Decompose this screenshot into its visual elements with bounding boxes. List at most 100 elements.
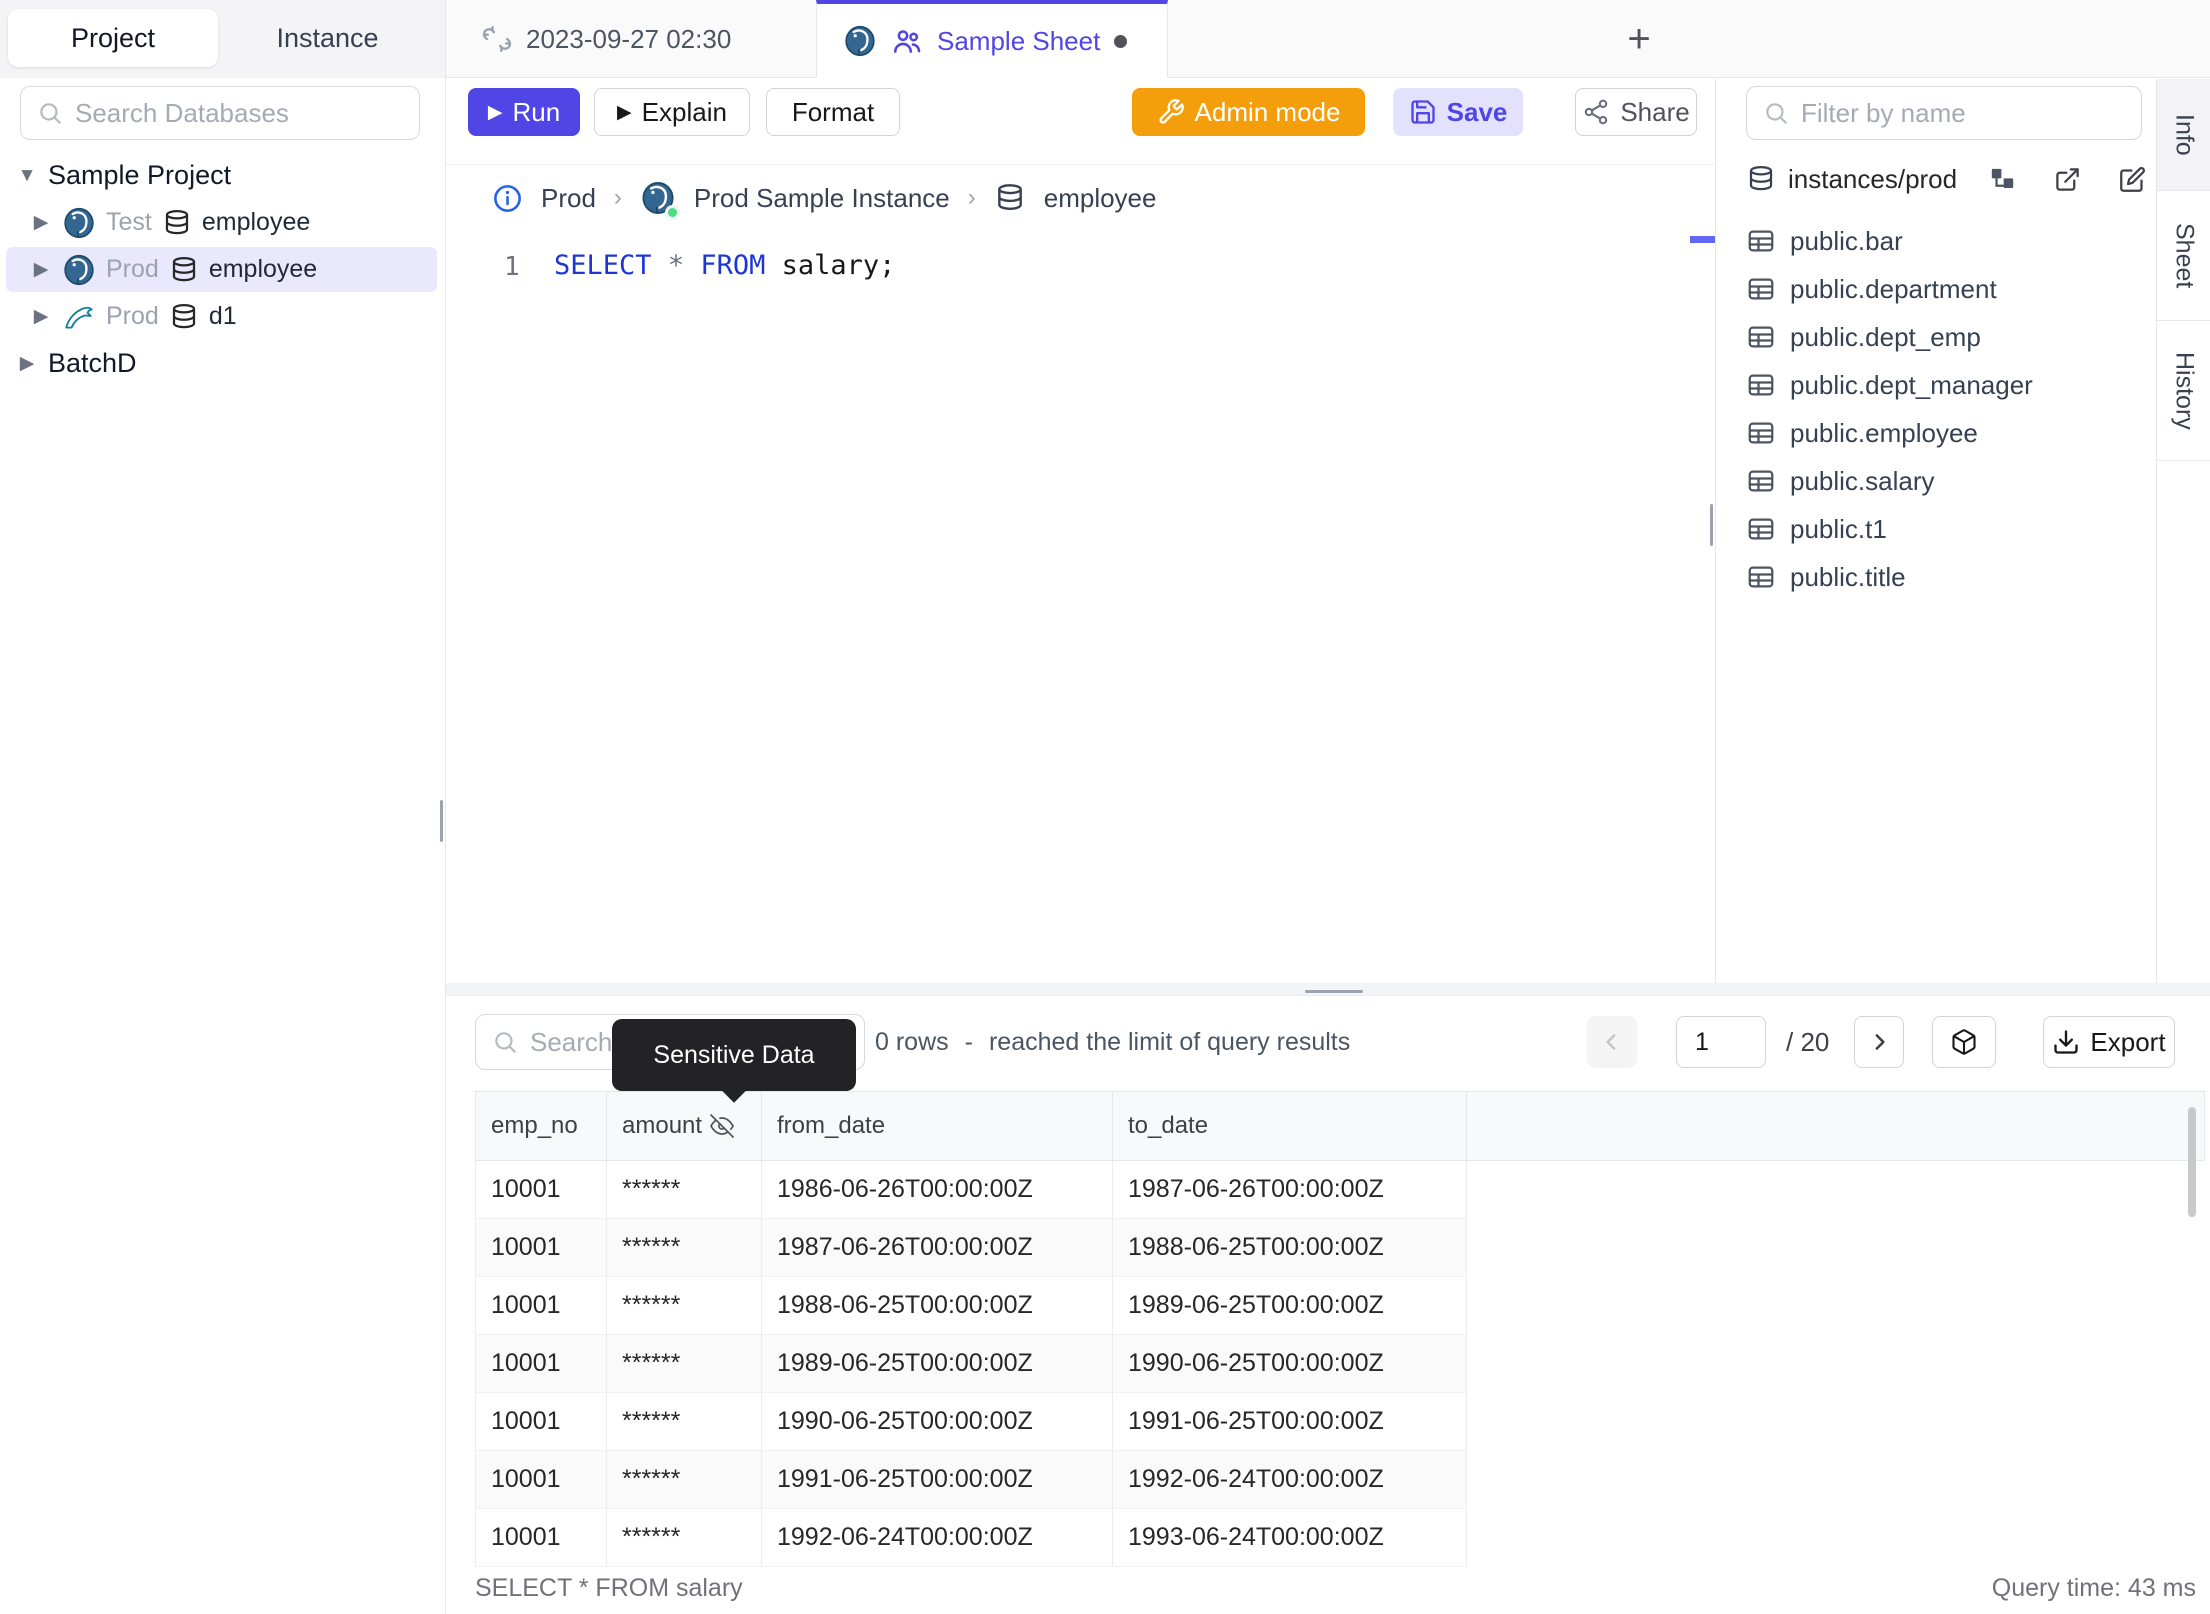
database-search-input[interactable]: Search Databases: [20, 86, 420, 140]
box-icon: [1952, 1029, 1976, 1055]
table-row[interactable]: 10001 ****** 1986-06-26T00:00:00Z 1987-06-2…: [475, 1161, 1467, 1219]
table-scrollbar[interactable]: [2188, 1107, 2196, 1217]
admin-mode-button[interactable]: Admin mode: [1132, 88, 1365, 136]
column-header-from-date[interactable]: from_date: [762, 1092, 1113, 1160]
unsaved-dot[interactable]: [1114, 34, 1128, 48]
tab-project[interactable]: Project: [8, 9, 218, 67]
table-row[interactable]: 10001 ****** 1989-06-25T00:00:00Z 1990-06-2…: [475, 1335, 1467, 1393]
tree-item-batchd[interactable]: ▶ BatchD: [0, 340, 445, 387]
database-icon: [169, 302, 199, 332]
minimap-cursor-mark: [1690, 236, 1716, 243]
tab-sample-sheet[interactable]: Sample Sheet: [816, 0, 1168, 78]
table-item[interactable]: public.department: [1746, 265, 2146, 313]
sidebar-mode-switcher: Project Instance: [0, 0, 445, 78]
sql-editor[interactable]: 1 SELECT * FROM salary;: [446, 230, 1715, 995]
breadcrumb-database[interactable]: employee: [1044, 183, 1157, 214]
filter-placeholder: Filter by name: [1801, 97, 1966, 128]
tree-item-prod-employee[interactable]: ▶ Prod employee: [0, 246, 445, 293]
search-icon: [492, 1029, 518, 1055]
column-header-emp-no[interactable]: emp_no: [476, 1092, 607, 1160]
postgresql-icon: [640, 180, 680, 220]
external-link-icon[interactable]: [2054, 166, 2081, 193]
chevron-right-icon: [1875, 1034, 1885, 1050]
line-number: 1: [504, 252, 520, 282]
caret-right-icon[interactable]: ▶: [16, 352, 38, 375]
info-icon[interactable]: [492, 183, 523, 214]
tab-unsaved-query[interactable]: 2023-09-27 02:30: [456, 0, 806, 78]
table-item[interactable]: public.dept_manager: [1746, 361, 2146, 409]
eye-off-icon[interactable]: [710, 1114, 734, 1138]
table-item[interactable]: public.dept_emp: [1746, 313, 2146, 361]
edit-icon[interactable]: [2119, 166, 2146, 193]
search-icon: [37, 100, 63, 126]
table-item[interactable]: public.t1: [1746, 505, 2146, 553]
search-icon: [1763, 100, 1789, 126]
breadcrumb-instance[interactable]: Prod Sample Instance: [694, 183, 950, 214]
tree-item-sample-project[interactable]: ▼ Sample Project: [0, 152, 445, 199]
new-tab-button[interactable]: +: [1614, 14, 1664, 64]
breadcrumb-environment[interactable]: Prod: [541, 183, 596, 214]
query-time: Query time: 43 ms: [1991, 1574, 2196, 1602]
database-icon: [169, 255, 199, 285]
table-row[interactable]: 10001 ****** 1992-06-24T00:00:00Z 1993-06-2…: [475, 1509, 1467, 1567]
side-tab-info[interactable]: Info: [2157, 79, 2210, 191]
instance-online-dot: [664, 205, 680, 220]
tree-item-prod-d1[interactable]: ▶ Prod d1: [0, 293, 445, 340]
table-row[interactable]: 10001 ****** 1991-06-25T00:00:00Z 1992-06-2…: [475, 1451, 1467, 1509]
tree-item-test-employee[interactable]: ▶ Test employee: [0, 199, 445, 246]
project-tree: ▼ Sample Project ▶ Test employee ▶ Prod …: [0, 152, 445, 387]
export-button[interactable]: Export: [2043, 1016, 2175, 1068]
page-number-input[interactable]: 1: [1676, 1016, 1766, 1068]
editor-tab-bar: 2023-09-27 02:30 Sample Sheet + T: [446, 0, 2210, 78]
caret-down-icon[interactable]: ▼: [16, 165, 38, 187]
prev-page-button[interactable]: [1587, 1016, 1637, 1068]
resource-path: instances/prod: [1788, 163, 1958, 194]
sensitive-data-tooltip: Sensitive Data: [612, 1019, 856, 1091]
database-icon: [162, 208, 192, 238]
share-button[interactable]: Share: [1575, 88, 1697, 136]
save-icon: [1409, 98, 1437, 126]
column-header-amount[interactable]: amount: [607, 1092, 762, 1160]
table-row[interactable]: 10001 ****** 1990-06-25T00:00:00Z 1991-06-2…: [475, 1393, 1467, 1451]
save-button[interactable]: Save: [1393, 88, 1523, 136]
database-icon: [1746, 164, 1776, 194]
schema-diagram-icon[interactable]: [1989, 166, 2016, 193]
play-icon: ▶: [487, 101, 503, 123]
caret-right-icon[interactable]: ▶: [30, 258, 52, 281]
side-tab-sheet[interactable]: Sheet: [2157, 191, 2210, 321]
rows-info: 0 rows - reached the limit of query resu…: [875, 1027, 1351, 1056]
filter-input[interactable]: Filter by name: [1746, 86, 2142, 140]
caret-right-icon[interactable]: ▶: [30, 305, 52, 328]
explain-button[interactable]: ▶ Explain: [594, 88, 750, 136]
table-item[interactable]: public.title: [1746, 553, 2146, 601]
table-row[interactable]: 10001 ****** 1987-06-26T00:00:00Z 1988-06-2…: [475, 1219, 1467, 1277]
table-item[interactable]: public.bar: [1746, 217, 2146, 265]
table-item[interactable]: public.salary: [1746, 457, 2146, 505]
column-header-filler: [1467, 1092, 2204, 1160]
right-tab-strip: Info Sheet History: [2156, 79, 2210, 995]
table-item[interactable]: public.employee: [1746, 409, 2146, 457]
resource-header: instances/prod: [1746, 155, 2146, 203]
caret-right-icon[interactable]: ▶: [30, 211, 52, 234]
sql-code-line[interactable]: SELECT * FROM salary;: [554, 250, 895, 281]
breadcrumb: Prod › Prod Sample Instance › employee: [446, 166, 1715, 230]
run-button[interactable]: ▶ Run: [468, 88, 580, 136]
postgresql-icon: [62, 253, 96, 287]
chevron-right-icon: ›: [613, 184, 622, 211]
chevron-left-icon: [1606, 1034, 1616, 1050]
format-button[interactable]: Format: [766, 88, 900, 136]
table-list: public.bar public.department public.dept…: [1746, 217, 2146, 601]
side-tab-history[interactable]: History: [2157, 321, 2210, 461]
next-page-button[interactable]: [1854, 1016, 1904, 1068]
tab-instance[interactable]: Instance: [220, 9, 435, 67]
play-icon: ▶: [617, 101, 632, 123]
page-total: / 20: [1786, 1026, 1830, 1057]
result-view-button[interactable]: [1932, 1016, 1996, 1068]
executed-statement: SELECT * FROM salary: [475, 1574, 743, 1602]
results-table: emp_no amount from_date to_date 10001 ***…: [475, 1091, 2205, 1567]
wrench-icon: [1157, 98, 1185, 126]
column-header-to-date[interactable]: to_date: [1113, 1092, 1467, 1160]
table-row[interactable]: 10001 ****** 1988-06-25T00:00:00Z 1989-06-2…: [475, 1277, 1467, 1335]
download-icon: [2052, 1028, 2080, 1056]
share-icon: [1582, 98, 1610, 126]
